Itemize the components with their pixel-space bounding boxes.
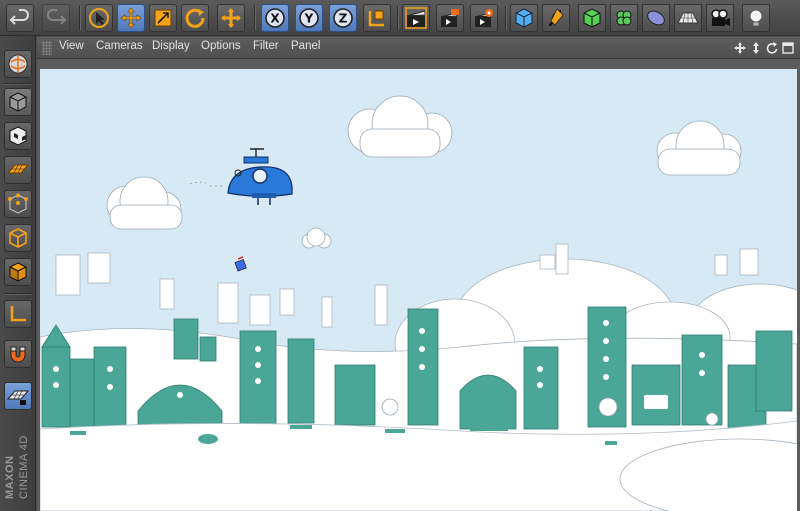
spline-pen-icon: [548, 8, 564, 27]
pan-button[interactable]: [734, 41, 746, 55]
magnet-icon: [10, 346, 26, 363]
menu-cameras[interactable]: Cameras: [96, 40, 143, 52]
add-move-icon: [221, 8, 241, 28]
bend-deformer-button[interactable]: [642, 4, 670, 32]
render-to-picture-viewer-button[interactable]: [436, 4, 464, 32]
y-axis-label: Y: [304, 12, 314, 26]
move-icon: [120, 7, 142, 29]
model-mode-icon: [9, 92, 27, 112]
z-axis-label: Z: [339, 12, 348, 26]
render-view-button[interactable]: [402, 4, 430, 32]
polygons-mode-icon: [8, 262, 28, 282]
dolly-button[interactable]: [750, 41, 762, 55]
texture-mode-button[interactable]: [4, 122, 32, 150]
maximize-button[interactable]: [782, 41, 794, 55]
menu-display[interactable]: Display: [152, 40, 190, 52]
render-view-icon: [405, 7, 427, 29]
workplane-icon: [7, 164, 29, 174]
live-selection-button[interactable]: [217, 4, 245, 32]
deformer-icon: [647, 10, 665, 26]
viewport-navigation: [734, 40, 794, 56]
x-axis-icon: X: [265, 8, 285, 28]
edges-mode-icon: [9, 228, 27, 248]
rotate-view-button[interactable]: [766, 41, 778, 55]
rotate-tool-button[interactable]: [181, 4, 209, 32]
select-tool-button[interactable]: [85, 4, 113, 32]
sidebar-separator: [4, 83, 32, 85]
toolbar-separator: [79, 6, 81, 30]
light-button[interactable]: [742, 4, 770, 32]
brand-maxon: MAXON: [4, 455, 16, 499]
maximize-icon: [782, 42, 794, 54]
edges-mode-button[interactable]: [4, 224, 32, 252]
viewport-menubar: View Cameras Display Options Filter Pane…: [37, 37, 800, 59]
cloner-icon: [616, 10, 632, 26]
subdivision-surface-button[interactable]: [578, 4, 606, 32]
undo-button[interactable]: [6, 4, 34, 32]
axis-mode-button[interactable]: [4, 300, 32, 328]
subdivision-icon: [583, 8, 601, 28]
snap-button[interactable]: [4, 382, 32, 410]
z-axis-lock-button[interactable]: Z: [329, 4, 357, 32]
texture-mode-icon: [9, 126, 27, 146]
rotate-view-icon: [766, 42, 778, 54]
redo-button[interactable]: [42, 4, 70, 32]
render-picture-viewer-icon: [440, 9, 459, 27]
render-settings-button[interactable]: [470, 4, 498, 32]
make-editable-button[interactable]: [4, 50, 32, 78]
cloner-button[interactable]: [610, 4, 638, 32]
menu-view[interactable]: View: [59, 40, 84, 52]
rotate-icon: [185, 8, 205, 28]
tweak-mode-button[interactable]: [4, 340, 32, 368]
floor-icon: [677, 12, 699, 24]
scale-tool-button[interactable]: [149, 4, 177, 32]
render-canvas[interactable]: [40, 69, 797, 511]
menu-options[interactable]: Options: [201, 40, 241, 52]
axis-mode-icon: [10, 306, 26, 322]
select-arrow-icon: [89, 8, 109, 28]
city-scene: [40, 69, 797, 511]
cube-primitive-icon: [515, 8, 533, 28]
menu-panel[interactable]: Panel: [291, 40, 320, 52]
x-axis-lock-button[interactable]: X: [261, 4, 289, 32]
sidebar-separator: [4, 293, 32, 295]
camera-button[interactable]: [706, 4, 734, 32]
light-icon: [749, 9, 763, 27]
panel-grip-icon[interactable]: [42, 41, 52, 55]
maxon-cinema4d-logo: MAXON CINEMA 4D: [1, 415, 35, 505]
pen-button[interactable]: [542, 4, 570, 32]
camera-icon: [711, 9, 730, 26]
model-mode-button[interactable]: [4, 88, 32, 116]
menu-filter[interactable]: Filter: [253, 40, 279, 52]
floor-button[interactable]: [674, 4, 702, 32]
toolbar-separator: [254, 6, 256, 30]
toolbar-separator: [397, 6, 399, 30]
x-axis-label: X: [270, 12, 280, 26]
dolly-icon: [753, 42, 759, 54]
coordinate-system-button[interactable]: [363, 4, 391, 32]
object-model-icon: [8, 54, 28, 74]
y-axis-icon: Y: [299, 8, 319, 28]
y-axis-lock-button[interactable]: Y: [295, 4, 323, 32]
polygons-mode-button[interactable]: [4, 258, 32, 286]
left-mode-palette: MAXON CINEMA 4D: [0, 36, 36, 511]
toolbar-separator: [505, 6, 507, 30]
cube-button[interactable]: [510, 4, 538, 32]
points-mode-icon: [8, 193, 28, 214]
render-settings-icon: [474, 9, 493, 27]
scale-icon: [154, 9, 172, 27]
z-axis-icon: Z: [333, 8, 353, 28]
points-mode-button[interactable]: [4, 190, 32, 218]
undo-icon: [9, 9, 29, 25]
redo-icon: [47, 9, 67, 25]
workplane-mode-button[interactable]: [4, 156, 32, 184]
pan-icon: [734, 42, 746, 54]
move-tool-button[interactable]: [117, 4, 145, 32]
perspective-viewport: View Cameras Display Options Filter Pane…: [37, 37, 800, 511]
snap-grid-icon: [7, 390, 29, 405]
main-toolbar: X Y Z: [0, 0, 800, 36]
coordinate-system-icon: [368, 10, 384, 27]
brand-cinema4d: CINEMA 4D: [18, 435, 30, 499]
